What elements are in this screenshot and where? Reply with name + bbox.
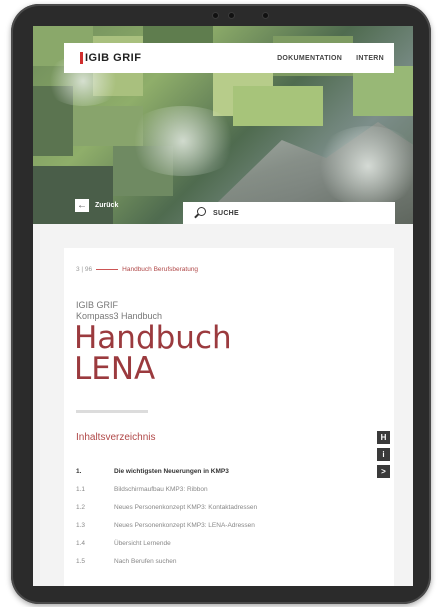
toc-item-number: 1.2 xyxy=(76,503,86,511)
camera-dot xyxy=(213,13,218,18)
nav-dokumentation[interactable]: DOKUMENTATION xyxy=(277,55,342,62)
logo-mark xyxy=(80,52,83,64)
back-label: Zurück xyxy=(95,202,119,209)
breadcrumb-divider xyxy=(96,269,119,270)
info-button[interactable]: i xyxy=(377,448,390,461)
toc-item-number: 1.1 xyxy=(76,485,86,493)
page-indicator: 3 | 96 xyxy=(76,266,93,273)
toc-item-number: 1.4 xyxy=(76,539,86,547)
toc-item-label: Die wichtigsten Neuerungen in KMP3 xyxy=(114,467,229,475)
toc-item-label: Übersicht Lernende xyxy=(114,539,171,547)
side-toolbar: H i > xyxy=(377,431,390,478)
content-card: 3 | 96 Handbuch Berufsberatung IGIB GRIF… xyxy=(64,248,394,586)
logo[interactable]: IGIB GRIF xyxy=(80,52,141,64)
toc-item-number: 1.5 xyxy=(76,557,86,565)
camera-dot xyxy=(263,13,268,18)
page-title-line-2: LENA xyxy=(74,351,156,387)
toc-item[interactable]: 1.5 Nach Berufen suchen xyxy=(76,552,376,570)
toc-item-label: Neues Personenkonzept KMP3: LENA-Adresse… xyxy=(114,521,255,529)
toc-item[interactable]: 1. Die wichtigsten Neuerungen in KMP3 xyxy=(76,462,376,480)
toc-heading: Inhaltsverzeichnis xyxy=(76,432,156,443)
camera-dot xyxy=(229,13,234,18)
logo-text: IGIB GRIF xyxy=(85,52,142,64)
toc-item[interactable]: 1.3 Neues Personenkonzept KMP3: LENA-Adr… xyxy=(76,516,376,534)
search-icon xyxy=(193,206,207,220)
subtitle-org: IGIB GRIF xyxy=(76,300,119,310)
breadcrumb-title[interactable]: Handbuch Berufsberatung xyxy=(122,266,198,273)
toc-item[interactable]: 1.1 Bildschirmaufbau KMP3: Ribbon xyxy=(76,480,376,498)
toc-item-number: 1.3 xyxy=(76,521,86,529)
search-label: SUCHE xyxy=(213,209,240,217)
screen: IGIB GRIF DOKUMENTATION INTERN ← Zurück … xyxy=(33,26,413,586)
back-button[interactable]: ← Zurück xyxy=(75,199,118,212)
toc-item-number: 1. xyxy=(76,467,82,475)
toc-list: 1. Die wichtigsten Neuerungen in KMP3 1.… xyxy=(76,462,376,570)
toc-item[interactable]: 1.4 Übersicht Lernende xyxy=(76,534,376,552)
nav-intern[interactable]: INTERN xyxy=(356,55,384,62)
next-button[interactable]: > xyxy=(377,465,390,478)
toc-item-label: Bildschirmaufbau KMP3: Ribbon xyxy=(114,485,208,493)
page-title: Handbuch LENA xyxy=(74,323,232,385)
toc-item-label: Neues Personenkonzept KMP3: Kontaktadres… xyxy=(114,503,258,511)
main-nav: DOKUMENTATION INTERN xyxy=(277,55,384,62)
page-title-line-1: Handbuch xyxy=(74,320,232,356)
home-button[interactable]: H xyxy=(377,431,390,444)
toc-item[interactable]: 1.2 Neues Personenkonzept KMP3: Kontakta… xyxy=(76,498,376,516)
search-input[interactable]: SUCHE xyxy=(183,202,395,224)
toc-item-label: Nach Berufen suchen xyxy=(114,557,177,565)
arrow-left-icon: ← xyxy=(75,199,89,212)
divider xyxy=(76,410,148,413)
top-navigation-bar: IGIB GRIF DOKUMENTATION INTERN xyxy=(64,43,394,73)
breadcrumb: 3 | 96 Handbuch Berufsberatung xyxy=(76,266,198,273)
